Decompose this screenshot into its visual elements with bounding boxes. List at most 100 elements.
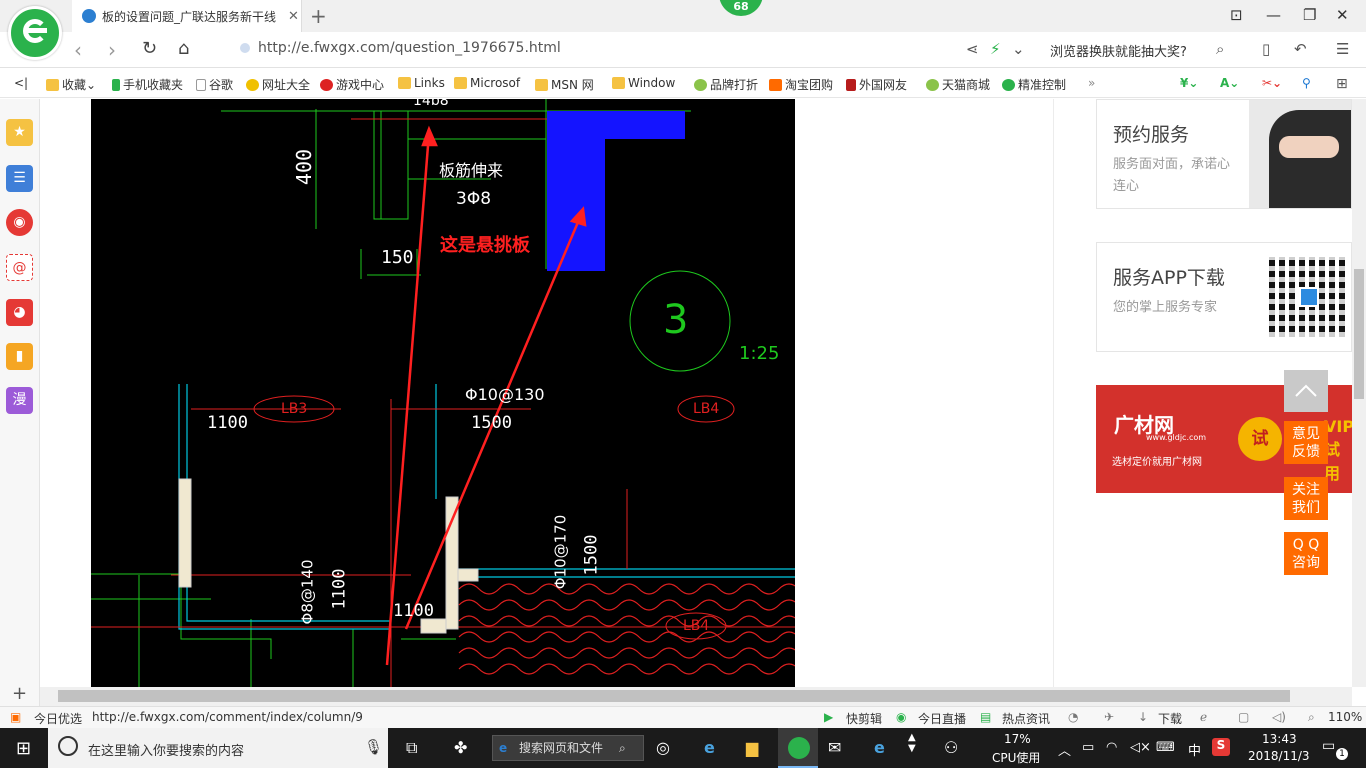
battery-icon[interactable]: ▭ [1082,740,1094,755]
speed-icon[interactable]: ◔ [1068,710,1078,724]
windows-start-icon[interactable]: ⊞ [16,738,31,759]
translate-icon[interactable]: A⌄ [1220,76,1239,90]
mobile-icon[interactable]: ▯ [1262,40,1270,58]
clock-date[interactable]: 2018/11/3 [1248,749,1310,763]
search-icon[interactable]: ⌕ [1216,40,1224,58]
mail-icon[interactable]: ✉ [828,738,841,757]
bookmark-item[interactable]: 游戏中心 [320,76,384,93]
bookmark-item[interactable]: Microsof [454,76,520,90]
bookmark-item[interactable]: MSN 网 [535,76,594,93]
home-icon[interactable]: ⌂ [178,38,189,59]
horizontal-scrollbar[interactable] [40,687,1352,706]
web-search-box[interactable]: e 搜索网页和文件 ⌕ [492,735,644,761]
qq-consult-button[interactable]: Q Q 咨询 [1284,532,1328,575]
gamepad-icon[interactable]: ◕ [6,299,33,326]
email-icon[interactable]: @ [6,254,33,281]
edge-icon[interactable]: e [874,738,885,757]
wifi-icon[interactable]: ◠ [1106,740,1117,755]
today-picks-link[interactable]: 今日优选 [34,710,82,727]
close-window-button[interactable]: ✕ [1336,6,1349,24]
vertical-scroll-thumb[interactable] [1354,269,1364,399]
dropdown-icon[interactable]: ⌄ [1012,40,1025,58]
pinwheel-app-icon[interactable]: ✤ [454,738,467,757]
comic-icon[interactable]: 漫 [6,387,33,414]
download-link[interactable]: 下载 [1158,710,1182,727]
horizontal-scroll-thumb[interactable] [58,690,1290,702]
bookmark-item[interactable]: 品牌打折 [694,76,758,93]
notification-badge[interactable]: 68 [719,0,763,16]
bookmark-item[interactable]: Window [612,76,675,90]
action-center-icon[interactable]: ▭ [1322,738,1335,754]
bookmark-item[interactable]: 淘宝团购 [769,76,833,93]
money-icon[interactable]: ¥⌄ [1180,76,1198,90]
site-info-icon[interactable] [240,43,250,53]
app-download-card[interactable]: 服务APP下载 您的掌上服务专家 [1096,242,1352,352]
zoom-level[interactable]: 110% [1328,710,1362,724]
active-browser-taskbar-button[interactable] [778,728,818,768]
kuaijianji-link[interactable]: 快剪辑 [846,710,882,727]
pin-icon[interactable]: ✈ [1104,710,1114,724]
address-field[interactable]: http://e.fwxgx.com/question_1976675.html [240,40,561,56]
browser-logo-icon[interactable] [8,6,62,60]
bookmark-item[interactable]: 收藏 ⌄ [46,76,96,93]
share-icon[interactable]: ⋖ [966,40,979,58]
refresh-icon[interactable]: ↻ [142,38,157,59]
news-link[interactable]: 热点资讯 [1002,710,1050,727]
keyboard-icon[interactable]: ⌨ [1156,740,1175,755]
taskbar-scroll-icon[interactable]: ▲ ▼ [908,732,916,754]
scissors-icon[interactable]: ✂⌄ [1262,76,1282,90]
close-tab-icon[interactable]: ✕ [288,9,299,24]
bookmark-item[interactable]: 天猫商城 [926,76,990,93]
booking-service-card[interactable]: 预约服务 服务面对面，承诺心连心 [1096,99,1352,209]
mute-icon[interactable]: ◁× [1130,740,1151,755]
tab-active[interactable]: 板的设置问题_广联达服务新干线 ✕ [72,0,302,32]
lb4-lower-label: LB4 [683,618,710,634]
sogou-ime-icon[interactable]: S [1212,738,1230,756]
chrome-like-app-icon[interactable]: ◎ [656,738,670,757]
internet-explorer-icon[interactable]: e [704,738,715,757]
vertical-scrollbar[interactable] [1352,99,1366,687]
apps-grid-icon[interactable]: ⊞ [1336,76,1348,92]
bookmark-item[interactable]: 外国网友 [846,76,907,93]
window-icon[interactable]: ▢ [1238,710,1249,724]
back-icon[interactable]: ‹ [74,38,82,62]
weibo-icon[interactable]: ◉ [6,209,33,236]
microphone-icon[interactable]: 🎙 [364,738,383,756]
tray-expand-icon[interactable]: ︿ [1058,740,1071,759]
new-tab-button[interactable]: + [310,4,327,28]
undo-icon[interactable]: ↶ [1294,40,1307,58]
more-bookmarks-icon[interactable]: » [1088,76,1095,90]
bookmark-item[interactable]: 网址大全 [246,76,310,93]
novel-book-icon[interactable]: ▮ [6,343,33,370]
task-view-icon[interactable]: ⧉ [406,738,417,758]
add-sidebar-button[interactable]: + [12,683,27,704]
live-link[interactable]: 今日直播 [918,710,966,727]
forward-icon[interactable]: › [108,38,116,62]
lightning-icon[interactable]: ⚡ [990,40,1001,58]
cortana-search-box[interactable]: 在这里输入你要搜索的内容 🎙 [48,728,388,768]
clock-time[interactable]: 13:43 [1262,732,1297,746]
feedback-button[interactable]: 意见 反馈 [1284,421,1328,464]
magnifier-icon[interactable]: ⚲ [1302,76,1311,90]
bookmark-item[interactable]: 手机收藏夹 [112,76,183,93]
bookmarks-toggle-icon[interactable]: <| [14,76,28,90]
scroll-to-top-button[interactable] [1284,370,1328,412]
bookmark-item[interactable]: 谷歌 [196,76,233,93]
cad-drawing-image: 400 150 板筋伸来 3Φ8 这是悬挑板 3 1:25 LB3 LB4 LB… [91,99,795,687]
maximize-button[interactable]: ❐ [1303,6,1316,24]
menu-icon[interactable]: ☰ [1336,40,1349,58]
ie-mode-icon[interactable]: ℯ [1200,710,1207,724]
bookmark-item[interactable]: Links [398,76,445,90]
volume-icon[interactable]: ◁) [1272,710,1286,724]
follow-us-button[interactable]: 关注 我们 [1284,477,1328,520]
skin-icon[interactable]: ⊡ [1230,6,1243,24]
promo-link[interactable]: 浏览器换肤就能抽大奖? [1050,41,1187,60]
people-icon[interactable]: ⚇ [944,738,958,757]
news-feed-icon[interactable]: ☰ [6,165,33,192]
bookmark-item[interactable]: 精准控制 [1002,76,1066,93]
file-explorer-icon[interactable]: ▆ [746,738,758,757]
favorites-star-icon[interactable]: ★ [6,119,33,146]
zoom-icon[interactable]: ⌕ [1308,710,1315,725]
ime-indicator[interactable]: 中 [1188,740,1201,759]
minimize-button[interactable]: — [1266,6,1281,24]
